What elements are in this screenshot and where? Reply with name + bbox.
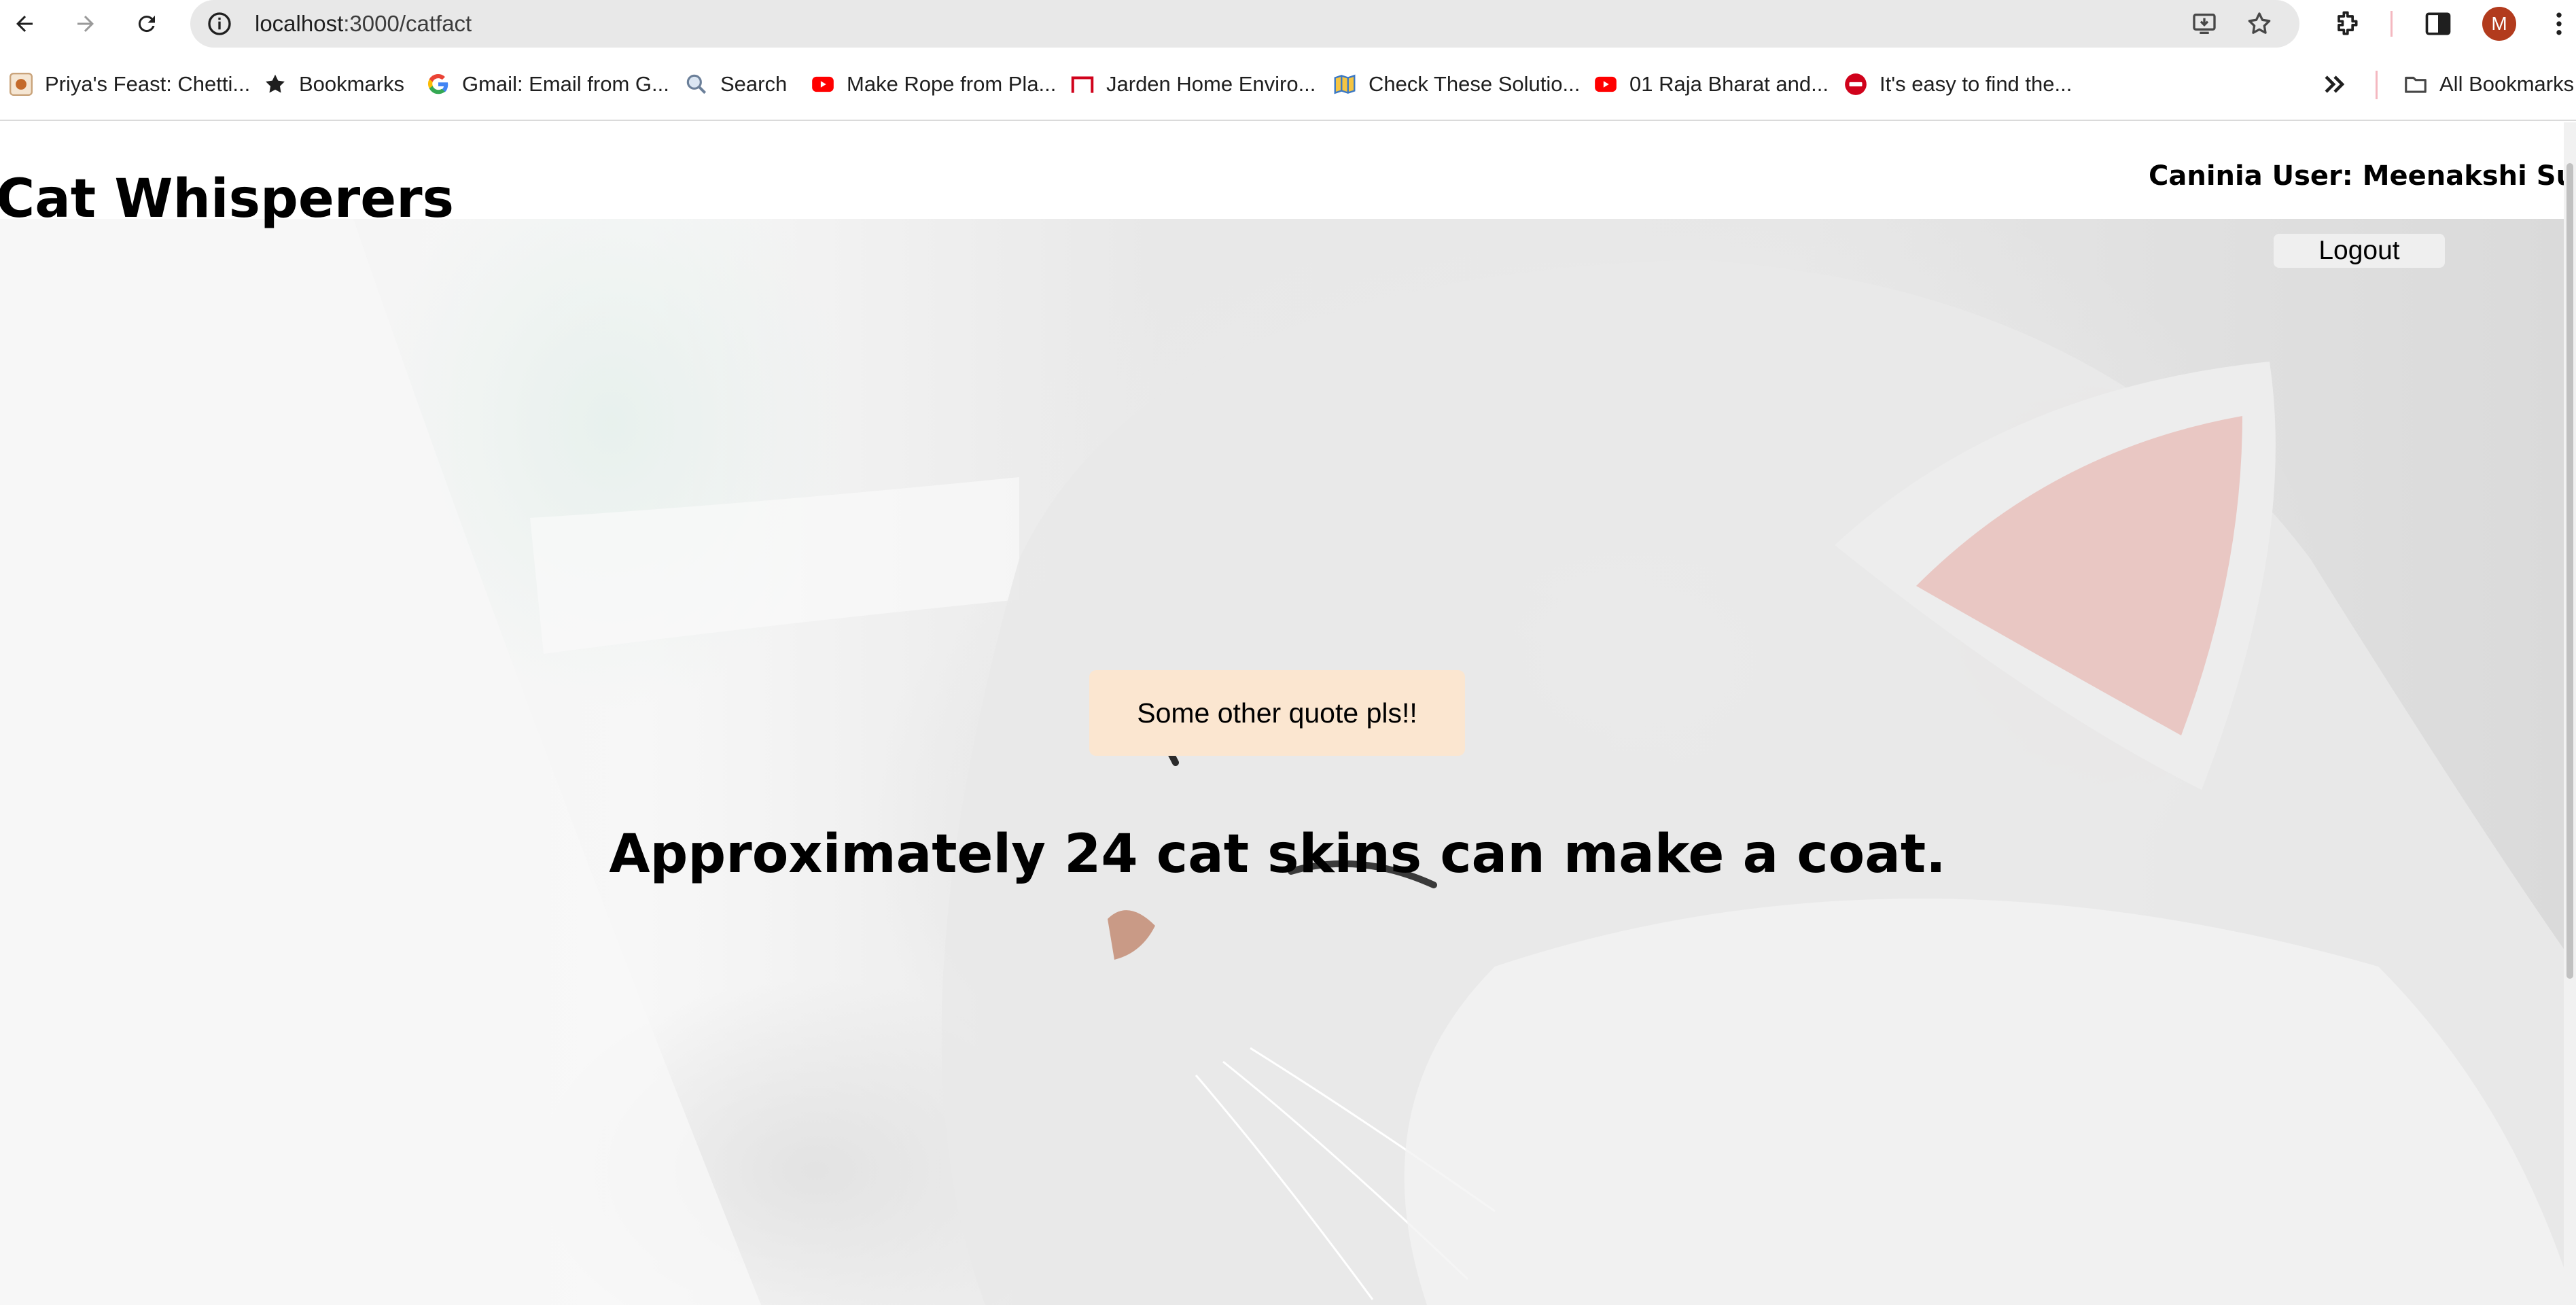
bookmark-item[interactable]: Gmail: Email from G... — [425, 66, 669, 103]
youtube-icon — [1593, 71, 1619, 97]
bookmark-item[interactable]: Bookmarks — [262, 66, 404, 103]
solutions-icon — [1332, 71, 1358, 97]
chevron-double-right-icon[interactable] — [2320, 69, 2350, 99]
bookmark-item[interactable]: Priya's Feast: Chetti... — [8, 66, 250, 103]
folder-icon — [2403, 71, 2429, 97]
bookmark-label: Gmail: Email from G... — [462, 72, 669, 96]
user-label: Caninia User: Meenakshi Sundari — [2149, 160, 2576, 192]
star-icon — [262, 71, 288, 97]
reload-button[interactable] — [128, 5, 166, 43]
forward-button[interactable] — [67, 5, 105, 43]
cat-fact-text: Approximately 24 cat skins can make a co… — [609, 824, 1946, 885]
back-arrow-icon — [16, 16, 33, 32]
new-quote-button[interactable]: Some other quote pls!! — [1089, 670, 1465, 756]
all-bookmarks-button[interactable]: All Bookmarks — [2403, 66, 2574, 103]
bookmark-item[interactable]: It's easy to find the... — [1843, 66, 2072, 103]
bookmark-label: Check These Solutio... — [1369, 72, 1581, 96]
priyas-feast-favicon — [8, 71, 34, 97]
install-app-icon[interactable] — [2191, 10, 2218, 37]
all-bookmarks-label: All Bookmarks — [2439, 72, 2575, 96]
site-title: Cat Whisperers — [0, 169, 455, 230]
browser-menu-icon[interactable] — [2544, 9, 2574, 39]
jarden-icon — [1070, 71, 1095, 97]
bookmark-label: Priya's Feast: Chetti... — [45, 72, 251, 96]
bookmarks-divider — [2376, 71, 2378, 99]
site-info-icon[interactable] — [206, 10, 233, 37]
web-page: Cat Whisperers Caninia User: Meenakshi S… — [0, 122, 2576, 1305]
address-bar[interactable]: localhost:3000/catfact — [190, 0, 2299, 48]
bookmark-label: It's easy to find the... — [1880, 72, 2072, 96]
browser-toolbar: localhost:3000/catfact M — [0, 0, 2576, 48]
bookmark-label: 01 Raja Bharat and... — [1629, 72, 1829, 96]
bookmark-label: Search — [720, 72, 788, 96]
url-text[interactable]: localhost:3000/catfact — [255, 0, 472, 48]
youtube-icon — [810, 71, 836, 97]
reload-icon — [138, 16, 155, 33]
url-path: :3000/catfact — [343, 11, 472, 36]
cat-background-image — [0, 219, 2576, 1305]
back-button[interactable] — [5, 5, 43, 43]
google-icon — [425, 71, 451, 97]
bookmark-item[interactable]: Make Rope from Pla... — [810, 66, 1056, 103]
bookmark-label: Jarden Home Enviro... — [1106, 72, 1316, 96]
bookmark-item[interactable]: 01 Raja Bharat and... — [1593, 66, 1829, 103]
bookmarks-bar: Priya's Feast: Chetti... Bookmarks Gmail… — [0, 48, 2576, 121]
url-host: localhost — [255, 11, 344, 36]
forward-arrow-icon — [77, 16, 94, 32]
sleeping-cat-illustration — [0, 219, 2576, 1305]
bookmark-item[interactable]: Search — [684, 66, 787, 103]
scrollbar-thumb[interactable] — [2566, 163, 2573, 979]
bookmark-star-icon[interactable] — [2246, 10, 2273, 37]
red-circle-icon — [1843, 71, 1869, 97]
side-panel-icon[interactable] — [2423, 9, 2453, 39]
extensions-icon[interactable] — [2331, 9, 2361, 39]
toolbar-divider — [2390, 11, 2393, 37]
bookmark-label: Make Rope from Pla... — [847, 72, 1057, 96]
profile-avatar[interactable]: M — [2482, 7, 2516, 41]
bookmark-label: Bookmarks — [299, 72, 405, 96]
bookmark-item[interactable]: Jarden Home Enviro... — [1070, 66, 1316, 103]
search-icon — [684, 71, 709, 97]
bookmark-item[interactable]: Check These Solutio... — [1332, 66, 1580, 103]
logout-button[interactable]: Logout — [2274, 234, 2445, 268]
